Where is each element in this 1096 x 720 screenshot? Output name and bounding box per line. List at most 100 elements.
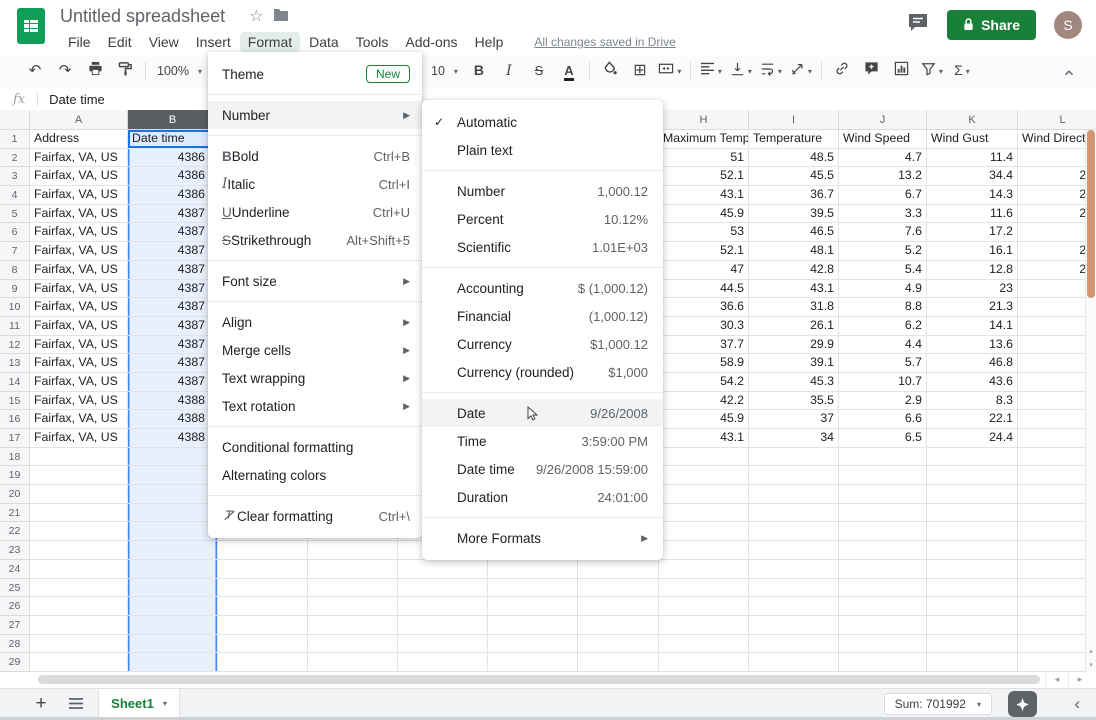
cell-B14[interactable]: 4387 bbox=[128, 373, 218, 392]
cell-J9[interactable]: 4.9 bbox=[839, 280, 927, 299]
cell-K9[interactable]: 23 bbox=[927, 280, 1018, 299]
number-menu-item-date[interactable]: Date9/26/2008 bbox=[422, 399, 663, 427]
comment-icon[interactable] bbox=[907, 13, 929, 38]
cell-I5[interactable]: 39.5 bbox=[749, 205, 839, 224]
column-header-L[interactable]: L bbox=[1018, 110, 1096, 130]
cell-B5[interactable]: 4387 bbox=[128, 205, 218, 224]
cell-G24[interactable] bbox=[578, 560, 659, 579]
cell-G26[interactable] bbox=[578, 597, 659, 616]
cell-J6[interactable]: 7.6 bbox=[839, 223, 927, 242]
cell-I3[interactable]: 45.5 bbox=[749, 167, 839, 186]
cell-D29[interactable] bbox=[308, 653, 398, 672]
cell-K22[interactable] bbox=[927, 522, 1018, 541]
sheets-logo-icon[interactable] bbox=[17, 8, 45, 44]
row-header-18[interactable]: 18 bbox=[0, 448, 30, 467]
cell-E29[interactable] bbox=[398, 653, 488, 672]
cell-G25[interactable] bbox=[578, 579, 659, 598]
cell-H15[interactable]: 42.2 bbox=[659, 392, 749, 411]
add-sheet-button[interactable]: + bbox=[30, 689, 52, 718]
menubar-item-view[interactable]: View bbox=[141, 32, 187, 52]
cell-D26[interactable] bbox=[308, 597, 398, 616]
format-menu-item-font-size[interactable]: Font size▶ bbox=[208, 267, 422, 295]
column-header-A[interactable]: A bbox=[30, 110, 128, 130]
cell-I2[interactable]: 48.5 bbox=[749, 149, 839, 168]
cell-J18[interactable] bbox=[839, 448, 927, 467]
cell-H8[interactable]: 47 bbox=[659, 261, 749, 280]
cell-J7[interactable]: 5.2 bbox=[839, 242, 927, 261]
cell-B18[interactable] bbox=[128, 448, 218, 467]
share-button[interactable]: Share bbox=[947, 10, 1036, 40]
cell-C26[interactable] bbox=[218, 597, 308, 616]
cell-A20[interactable] bbox=[30, 485, 128, 504]
cell-A19[interactable] bbox=[30, 466, 128, 485]
cell-C24[interactable] bbox=[218, 560, 308, 579]
format-menu-item-text-rotation[interactable]: Text rotation▶ bbox=[208, 392, 422, 420]
cell-A2[interactable]: Fairfax, VA, US bbox=[30, 149, 128, 168]
menubar-item-file[interactable]: File bbox=[60, 32, 99, 52]
cell-K21[interactable] bbox=[927, 504, 1018, 523]
number-menu-item-scientific[interactable]: Scientific1.01E+03 bbox=[422, 233, 663, 261]
cell-H22[interactable] bbox=[659, 522, 749, 541]
cell-B10[interactable]: 4387 bbox=[128, 298, 218, 317]
cell-B12[interactable]: 4387 bbox=[128, 336, 218, 355]
row-header-6[interactable]: 6 bbox=[0, 223, 30, 242]
cell-F27[interactable] bbox=[488, 616, 578, 635]
row-header-11[interactable]: 11 bbox=[0, 317, 30, 336]
cell-K11[interactable]: 14.1 bbox=[927, 317, 1018, 336]
cell-K27[interactable] bbox=[927, 616, 1018, 635]
number-menu-item-accounting[interactable]: Accounting$ (1,000.12) bbox=[422, 274, 663, 302]
number-menu-item-plain-text[interactable]: Plain text bbox=[422, 136, 663, 164]
cell-K26[interactable] bbox=[927, 597, 1018, 616]
menubar-item-add-ons[interactable]: Add-ons bbox=[397, 32, 465, 52]
cell-I7[interactable]: 48.1 bbox=[749, 242, 839, 261]
cell-H11[interactable]: 30.3 bbox=[659, 317, 749, 336]
cell-I22[interactable] bbox=[749, 522, 839, 541]
row-header-12[interactable]: 12 bbox=[0, 336, 30, 355]
cell-K16[interactable]: 22.1 bbox=[927, 410, 1018, 429]
cell-B4[interactable]: 4386 bbox=[128, 186, 218, 205]
number-menu-item-percent[interactable]: Percent10.12% bbox=[422, 205, 663, 233]
cell-B15[interactable]: 4388 bbox=[128, 392, 218, 411]
cell-H3[interactable]: 52.1 bbox=[659, 167, 749, 186]
cell-B3[interactable]: 4386 bbox=[128, 167, 218, 186]
cell-B26[interactable] bbox=[128, 597, 218, 616]
cell-I6[interactable]: 46.5 bbox=[749, 223, 839, 242]
cell-I16[interactable]: 37 bbox=[749, 410, 839, 429]
cell-J3[interactable]: 13.2 bbox=[839, 167, 927, 186]
cell-J10[interactable]: 8.8 bbox=[839, 298, 927, 317]
all-sheets-button[interactable] bbox=[64, 689, 88, 718]
scroll-left-icon[interactable]: ◂ bbox=[1045, 673, 1068, 686]
number-menu-item-currency-rounded[interactable]: Currency (rounded)$1,000 bbox=[422, 358, 663, 386]
cell-A29[interactable] bbox=[30, 653, 128, 672]
select-all-corner[interactable] bbox=[0, 110, 30, 130]
cell-H6[interactable]: 53 bbox=[659, 223, 749, 242]
cell-K13[interactable]: 46.8 bbox=[927, 354, 1018, 373]
cell-I12[interactable]: 29.9 bbox=[749, 336, 839, 355]
vertical-scrollbar-thumb[interactable] bbox=[1087, 130, 1095, 298]
cell-J17[interactable]: 6.5 bbox=[839, 429, 927, 448]
cell-H14[interactable]: 54.2 bbox=[659, 373, 749, 392]
menubar-item-insert[interactable]: Insert bbox=[188, 32, 239, 52]
row-header-9[interactable]: 9 bbox=[0, 280, 30, 299]
cell-K24[interactable] bbox=[927, 560, 1018, 579]
cell-A16[interactable]: Fairfax, VA, US bbox=[30, 410, 128, 429]
row-header-25[interactable]: 25 bbox=[0, 579, 30, 598]
cell-I19[interactable] bbox=[749, 466, 839, 485]
number-menu-item-time[interactable]: Time3:59:00 PM bbox=[422, 427, 663, 455]
cell-I1[interactable]: Temperature bbox=[749, 130, 839, 149]
sheet-tab[interactable]: Sheet1 ▾ bbox=[98, 689, 180, 718]
row-header-8[interactable]: 8 bbox=[0, 261, 30, 280]
cell-I29[interactable] bbox=[749, 653, 839, 672]
cell-K19[interactable] bbox=[927, 466, 1018, 485]
row-header-3[interactable]: 3 bbox=[0, 167, 30, 186]
cell-H7[interactable]: 52.1 bbox=[659, 242, 749, 261]
format-menu-item-conditional-formatting[interactable]: Conditional formatting bbox=[208, 433, 422, 461]
menubar-item-data[interactable]: Data bbox=[301, 32, 347, 52]
cell-B8[interactable]: 4387 bbox=[128, 261, 218, 280]
cell-K29[interactable] bbox=[927, 653, 1018, 672]
cell-E25[interactable] bbox=[398, 579, 488, 598]
cell-H23[interactable] bbox=[659, 541, 749, 560]
format-menu-item-number[interactable]: Number▶ bbox=[208, 101, 422, 129]
column-header-I[interactable]: I bbox=[749, 110, 839, 130]
cell-B19[interactable] bbox=[128, 466, 218, 485]
